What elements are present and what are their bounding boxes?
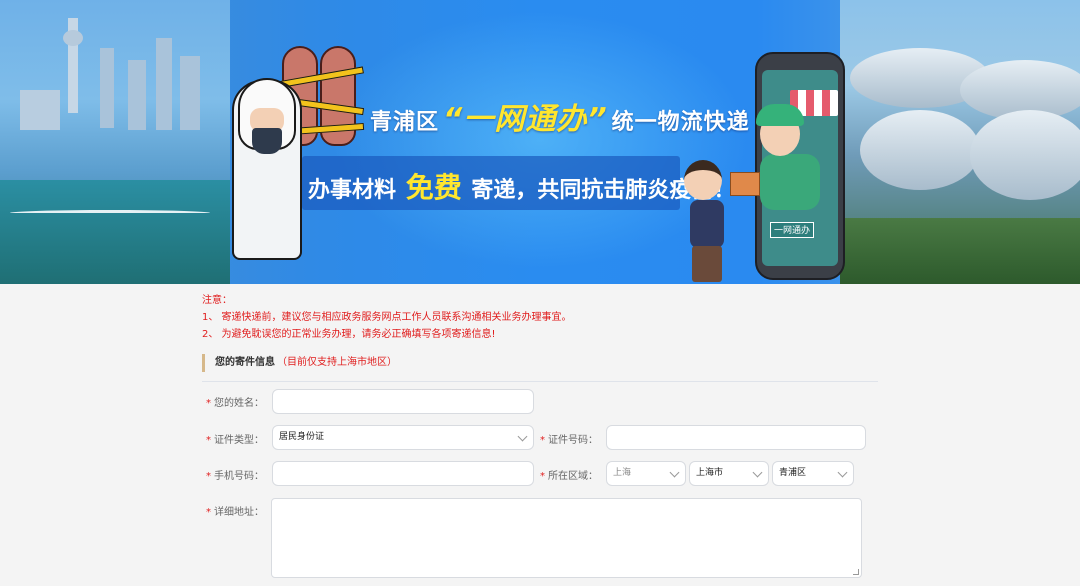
- parcel-box: [730, 172, 760, 196]
- building: [128, 60, 146, 130]
- region-label: * 所在区域：: [540, 471, 598, 482]
- courier-cap: [756, 104, 804, 126]
- building: [156, 38, 172, 130]
- phone-input[interactable]: [272, 461, 534, 486]
- id-type-select[interactable]: 居民身份证: [272, 425, 534, 450]
- bridge: [10, 210, 210, 216]
- customer-legs: [692, 246, 722, 282]
- name-label: * 您的姓名：: [206, 398, 264, 409]
- chevron-down-icon: [837, 467, 848, 478]
- city-select[interactable]: 上海市: [689, 461, 769, 486]
- banner-headline: 青浦区 “一网通办” 统一物流快递: [370, 102, 750, 137]
- building: [180, 56, 200, 130]
- chevron-down-icon: [669, 467, 680, 478]
- section-title: 您的寄件信息 （目前仅支持上海市地区）: [202, 354, 397, 372]
- notice-title: 注意：: [202, 295, 232, 306]
- tv-tower-top: [63, 30, 83, 46]
- id-number-input[interactable]: [606, 425, 866, 450]
- chevron-down-icon: [517, 431, 528, 442]
- customer-body: [690, 200, 724, 248]
- divider: [202, 381, 878, 382]
- building: [20, 90, 60, 130]
- province-select[interactable]: 上海: [606, 461, 686, 486]
- phone-label: * 手机号码：: [206, 471, 264, 482]
- face-mask: [252, 128, 282, 154]
- id-type-label: * 证件类型：: [206, 435, 264, 446]
- lake: [0, 180, 230, 284]
- resize-grip-icon[interactable]: [853, 569, 859, 575]
- notice-item: 2、 为避免耽误您的正常业务办理，请务必正确填写各项寄递信息!: [202, 329, 496, 340]
- customer-head: [684, 160, 722, 200]
- promo-banner: 青浦区 “一网通办” 统一物流快递 办事材料 免费 寄递，共同抗击肺炎疫情！ 一网通…: [0, 0, 1080, 284]
- trees: [840, 218, 1080, 284]
- district-select[interactable]: 青浦区: [772, 461, 854, 486]
- courier-body: [760, 154, 820, 210]
- banner-slogan: 办事材料 免费 寄递，共同抗击肺炎疫情！: [308, 171, 736, 204]
- building: [100, 48, 114, 128]
- phone-sign: 一网通办: [770, 222, 814, 238]
- tech-glow: [330, 10, 750, 270]
- notice: 注意： 1、 寄递快递前，建议您与相应政务服务网点工作人员联系沟通相关业务办理事…: [202, 292, 572, 343]
- expo-roof: [860, 110, 980, 190]
- address-label: * 详细地址：: [206, 507, 264, 518]
- expo-roof: [970, 110, 1080, 200]
- id-number-label: * 证件号码：: [540, 435, 598, 446]
- address-textarea[interactable]: [271, 498, 862, 578]
- section-note: （目前仅支持上海市地区）: [277, 357, 397, 368]
- name-input[interactable]: [272, 389, 534, 414]
- notice-item: 1、 寄递快递前，建议您与相应政务服务网点工作人员联系沟通相关业务办理事宜。: [202, 312, 572, 323]
- shipping-form: 注意： 1、 寄递快递前，建议您与相应政务服务网点工作人员联系沟通相关业务办理事…: [0, 284, 1080, 586]
- chevron-down-icon: [752, 467, 763, 478]
